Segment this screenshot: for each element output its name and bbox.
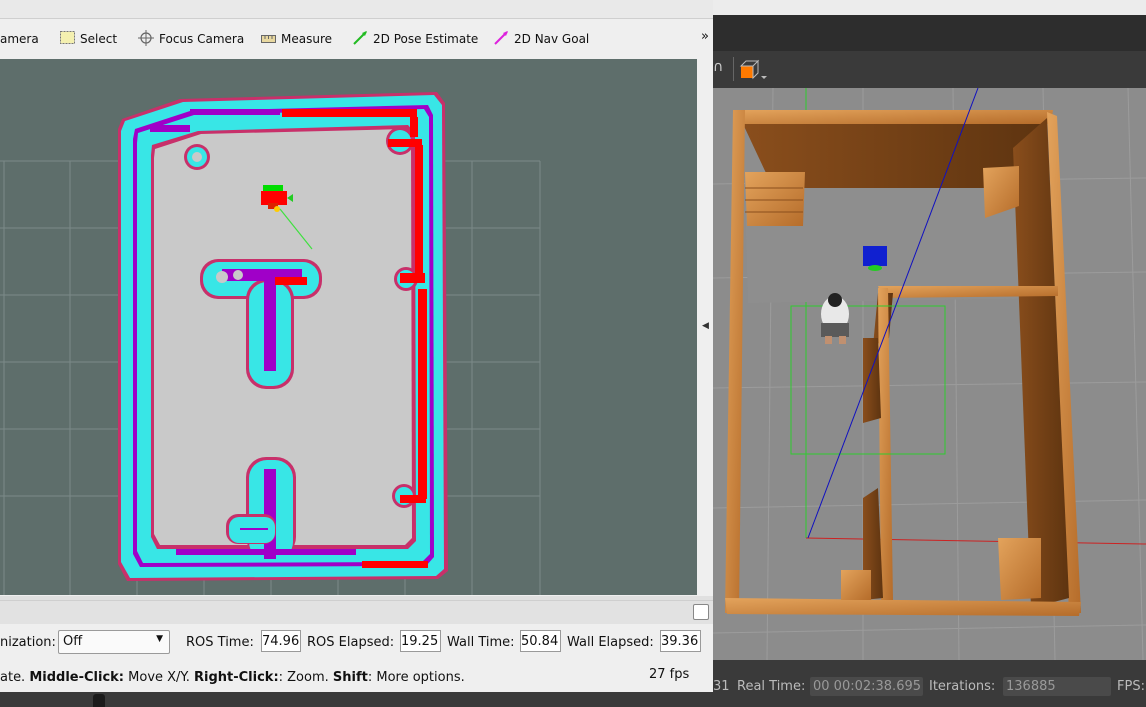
fps-readout: 27 fps bbox=[649, 667, 690, 682]
iterations-label: Iterations: bbox=[929, 679, 996, 694]
gazebo-title-bar bbox=[713, 15, 1146, 51]
wall-elapsed-field[interactable]: 39.36 bbox=[660, 630, 701, 652]
tool-2d-nav-goal[interactable]: 2D Nav Goal bbox=[494, 29, 589, 49]
time-panel-header bbox=[0, 600, 713, 625]
tool-focus-camera[interactable]: Focus Camera bbox=[138, 29, 244, 49]
tool-select-label: Select bbox=[80, 32, 118, 46]
ros-elapsed-label: ROS Elapsed: bbox=[307, 634, 395, 650]
iterations-field: 136885 bbox=[1003, 677, 1111, 696]
sim-time-partial: 31 bbox=[713, 679, 730, 694]
status-bar: ate. Middle-Click: Move X/Y. Right-Click… bbox=[0, 662, 713, 692]
fps-label: FPS: bbox=[1117, 679, 1145, 694]
sync-label: nization: bbox=[0, 634, 56, 650]
costmap-render bbox=[0, 92, 541, 595]
tool-2d-pose-estimate[interactable]: 2D Pose Estimate bbox=[353, 29, 478, 49]
select-icon bbox=[60, 31, 75, 47]
sync-mode-value: Off bbox=[63, 634, 83, 649]
gazebo-3d-scene[interactable] bbox=[713, 88, 1146, 660]
ros-time-label: ROS Time: bbox=[186, 634, 254, 650]
tool-nav-goal-label: 2D Nav Goal bbox=[514, 32, 590, 46]
status-hint: ate. Middle-Click: Move X/Y. Right-Click… bbox=[0, 670, 465, 685]
ros-elapsed-field[interactable]: 19.25 bbox=[400, 630, 441, 652]
tool-pose-estimate-label: 2D Pose Estimate bbox=[373, 32, 479, 46]
real-time-field: 00 00:02:38.695 bbox=[810, 677, 923, 696]
crosshair-icon bbox=[138, 29, 154, 49]
rviz-title-strip bbox=[0, 0, 713, 19]
tool-select[interactable]: Select bbox=[60, 29, 117, 49]
green-arrow-icon bbox=[353, 30, 368, 48]
gazebo-scene-render bbox=[713, 88, 1146, 660]
panel-float-checkbox[interactable] bbox=[693, 604, 709, 620]
sync-mode-select[interactable]: Off ▼ bbox=[58, 630, 170, 654]
rviz-window: amera Select Focus Camera Measure 2D Pos… bbox=[0, 0, 713, 707]
tool-focus-camera-label: Focus Camera bbox=[159, 32, 245, 46]
gazebo-status-bar: 31 Real Time: 00 00:02:38.695 Iterations… bbox=[713, 660, 1146, 707]
magenta-arrow-icon bbox=[494, 30, 509, 48]
gazebo-toolbar: ∩ bbox=[713, 51, 1146, 88]
wall-elapsed-label: Wall Elapsed: bbox=[567, 634, 654, 650]
wall-time-label: Wall Time: bbox=[447, 634, 515, 650]
gazebo-top-strip bbox=[713, 0, 1146, 15]
time-panel: nization: Off ▼ ROS Time: 74.96 ROS Elap… bbox=[0, 624, 713, 662]
box-shape-icon[interactable] bbox=[739, 59, 769, 84]
gazebo-window: ∩ 31 Real Time: 00 00:02:38.695 Iteratio… bbox=[713, 0, 1146, 707]
tool-interact-camera[interactable]: amera bbox=[0, 29, 39, 49]
tool-measure-label: Measure bbox=[281, 32, 332, 46]
tool-interact-label: amera bbox=[0, 32, 39, 46]
side-panel-collapse-handle[interactable]: ◀ bbox=[699, 59, 711, 595]
collapse-arrow-icon: ◀ bbox=[702, 321, 709, 331]
rviz-tools-toolbar: amera Select Focus Camera Measure 2D Pos… bbox=[0, 19, 713, 59]
dropdown-arrow-icon: ▼ bbox=[156, 634, 163, 644]
taskbar-strip bbox=[0, 692, 713, 707]
wall-time-field[interactable]: 50.84 bbox=[520, 630, 561, 652]
rviz-3d-view[interactable] bbox=[0, 59, 697, 595]
ros-time-field[interactable]: 74.96 bbox=[261, 630, 301, 652]
tool-measure[interactable]: Measure bbox=[261, 29, 332, 49]
magnet-icon[interactable]: ∩ bbox=[713, 59, 723, 79]
real-time-label: Real Time: bbox=[737, 679, 806, 694]
toolbar-overflow-button[interactable]: » bbox=[701, 29, 709, 44]
ruler-icon bbox=[261, 32, 276, 46]
